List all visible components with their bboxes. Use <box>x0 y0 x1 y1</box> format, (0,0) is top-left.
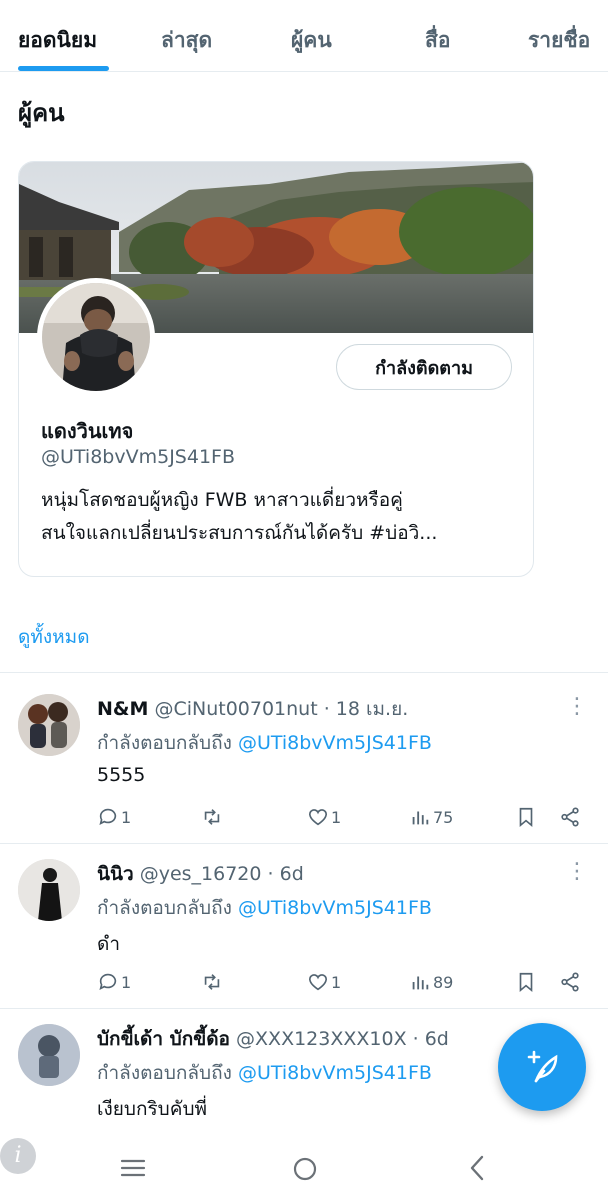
views-button[interactable]: 89 <box>409 971 453 993</box>
post-author-handle[interactable]: @yes_16720 <box>140 863 262 885</box>
post-divider <box>0 843 608 844</box>
like-count: 1 <box>331 972 342 992</box>
post-header: นินิว @yes_16720 · 6d <box>97 859 304 889</box>
post-divider <box>0 1008 608 1009</box>
reply-context: กำลังตอบกลับถึง @UTi8bvVm5JS41FB <box>97 728 432 758</box>
post-author-handle[interactable]: @CiNut00701nut <box>154 698 317 720</box>
reply-to-handle[interactable]: @UTi8bvVm5JS41FB <box>238 1062 432 1084</box>
reply-count: 1 <box>121 807 132 827</box>
post-actions: 1 1 75 <box>97 806 587 836</box>
reply-prefix: กำลังตอบกลับถึง <box>97 897 232 919</box>
info-icon[interactable]: i <box>0 1138 36 1174</box>
post-text: 5555 <box>97 764 146 786</box>
reply-prefix: กำลังตอบกลับถึง <box>97 732 232 754</box>
post-avatar[interactable] <box>18 1024 80 1086</box>
reply-count: 1 <box>121 972 132 992</box>
post-time: · 18 เม.ย. <box>323 698 409 720</box>
people-section-title: ผู้คน <box>18 99 65 127</box>
compose-button[interactable] <box>498 1023 586 1111</box>
active-tab-indicator <box>18 66 109 71</box>
like-button[interactable]: 1 <box>307 971 341 993</box>
heart-icon <box>308 974 328 991</box>
post-author-name[interactable]: บักขี้เด้า บักขี้ด้อ <box>97 1028 230 1050</box>
reply-prefix: กำลังตอบกลับถึง <box>97 1062 232 1084</box>
profile-card[interactable]: กำลังติดตาม แดงวินเทจ @UTi8bvVm5JS41FB ห… <box>18 161 534 577</box>
profile-name: แดงวินเทจ <box>41 419 134 443</box>
share-icon <box>561 807 579 827</box>
circle-home-icon[interactable] <box>292 1156 318 1182</box>
views-count: 75 <box>433 807 454 827</box>
bar-chart-icon <box>412 976 429 990</box>
post-avatar[interactable] <box>18 859 80 921</box>
chevron-left-icon[interactable] <box>466 1154 488 1182</box>
heart-icon <box>308 809 328 826</box>
speech-bubble-icon <box>99 973 117 990</box>
profile-handle: @UTi8bvVm5JS41FB <box>41 446 235 468</box>
post-author-name[interactable]: นินิว <box>97 863 134 885</box>
tab-lists[interactable]: รายชื่อ <box>528 24 590 57</box>
post-text: เงียบกริบคับพี่ <box>97 1098 208 1120</box>
bookmark-icon <box>519 972 533 993</box>
reply-context: กำลังตอบกลับถึง @UTi8bvVm5JS41FB <box>97 893 432 923</box>
post-avatar[interactable] <box>18 694 80 756</box>
speech-bubble-icon <box>99 808 117 825</box>
retweet-button[interactable] <box>201 971 223 993</box>
tab-people[interactable]: ผู้คน <box>291 24 332 57</box>
reply-to-handle[interactable]: @UTi8bvVm5JS41FB <box>238 732 432 754</box>
post-text: ดำ <box>97 933 121 955</box>
views-button[interactable]: 75 <box>409 806 453 828</box>
retweet-icon <box>204 809 220 825</box>
profile-bio-line-1: หนุ่มโสดชอบผู้หญิง FWB หาสาวแดี่ยวหรือคู… <box>41 489 403 511</box>
share-button[interactable] <box>559 806 581 828</box>
profile-bio: หนุ่มโสดชอบผู้หญิง FWB หาสาวแดี่ยวหรือคู… <box>41 484 521 550</box>
reply-context: กำลังตอบกลับถึง @UTi8bvVm5JS41FB <box>97 1058 432 1088</box>
post-header: บักขี้เด้า บักขี้ด้อ @XXX123XXX10X · 6d <box>97 1024 449 1054</box>
section-divider <box>0 672 608 673</box>
tab-media[interactable]: สื่อ <box>425 24 450 57</box>
profile-avatar[interactable] <box>37 278 155 396</box>
retweet-button[interactable] <box>201 806 223 828</box>
more-options-icon[interactable]: ⋮ <box>566 861 588 883</box>
share-button[interactable] <box>559 971 581 993</box>
reply-button[interactable]: 1 <box>97 971 131 993</box>
reply-to-handle[interactable]: @UTi8bvVm5JS41FB <box>238 897 432 919</box>
menu-lines-icon[interactable] <box>120 1158 146 1178</box>
more-options-icon[interactable]: ⋮ <box>566 696 588 718</box>
views-count: 89 <box>433 972 454 992</box>
system-navigation-bar <box>0 1132 608 1200</box>
feather-plus-icon <box>527 1050 558 1083</box>
like-count: 1 <box>331 807 342 827</box>
reply-button[interactable]: 1 <box>97 806 131 828</box>
see-all-link[interactable]: ดูทั้งหมด <box>18 622 90 652</box>
bar-chart-icon <box>412 811 429 825</box>
post-item[interactable]: N&M @CiNut00701nut · 18 เม.ย. ⋮ กำลังตอบ… <box>0 694 608 844</box>
post-header: N&M @CiNut00701nut · 18 เม.ย. <box>97 694 408 724</box>
top-tab-bar: ยอดนิยม ล่าสุด ผู้คน สื่อ รายชื่อ <box>0 0 608 72</box>
retweet-icon <box>204 974 220 990</box>
following-button[interactable]: กำลังติดตาม <box>336 344 512 390</box>
bookmark-button[interactable] <box>515 971 537 993</box>
post-author-name[interactable]: N&M <box>97 698 148 720</box>
profile-bio-line-2: สนใจแลกเปลี่ยนประสบการณ์กันได้ครับ #บ่อว… <box>41 522 438 544</box>
post-actions: 1 1 89 <box>97 971 587 1001</box>
tab-popular[interactable]: ยอดนิยม <box>18 24 97 57</box>
post-time: · 6d <box>412 1028 449 1050</box>
bookmark-button[interactable] <box>515 806 537 828</box>
post-time: · 6d <box>267 863 304 885</box>
post-author-handle[interactable]: @XXX123XXX10X <box>236 1028 407 1050</box>
tab-latest[interactable]: ล่าสุด <box>161 24 212 57</box>
share-icon <box>561 972 579 992</box>
bookmark-icon <box>519 807 533 828</box>
like-button[interactable]: 1 <box>307 806 341 828</box>
post-item[interactable]: นินิว @yes_16720 · 6d ⋮ กำลังตอบกลับถึง … <box>0 859 608 1009</box>
